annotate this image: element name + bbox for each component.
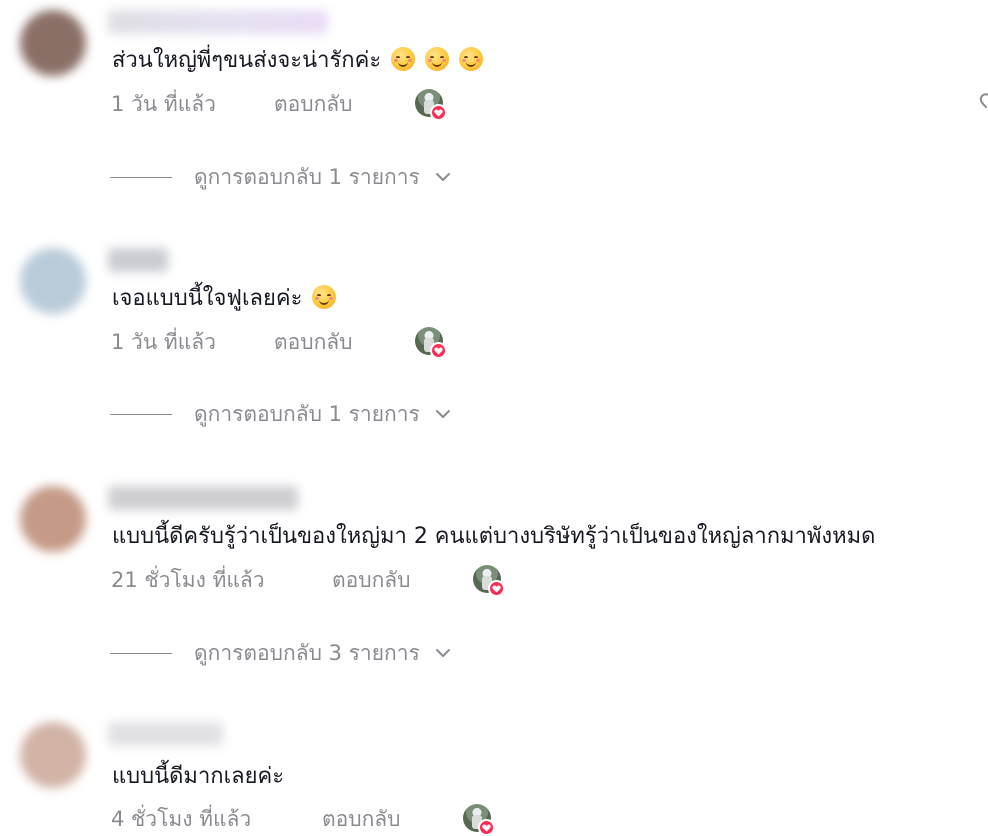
username[interactable] [108, 10, 328, 34]
creator-liked-icon [463, 804, 495, 836]
smiling-face-emoji-icon [391, 47, 416, 71]
view-replies-label: ดูการตอบกลับ 1 รายการ [194, 164, 420, 189]
comment-timestamp: 1 วัน ที่แล้ว [111, 330, 216, 354]
avatar[interactable] [20, 486, 86, 552]
username[interactable] [108, 722, 223, 746]
avatar[interactable] [20, 248, 86, 314]
creator-liked-icon [473, 565, 505, 597]
smiling-face-emoji-icon [425, 47, 450, 71]
reply-button[interactable]: ตอบกลับ [322, 805, 401, 833]
heart-icon [430, 104, 447, 121]
comment-text: เจอแบบนี้ใจฟูเลยค่ะ [112, 284, 337, 314]
username[interactable] [108, 248, 168, 272]
chevron-down-icon [435, 173, 450, 181]
username[interactable] [108, 486, 298, 510]
creator-liked-icon [415, 89, 447, 121]
view-replies-button[interactable]: ดูการตอบกลับ 3 รายการ [110, 638, 452, 668]
divider [110, 413, 172, 415]
view-replies-button[interactable]: ดูการตอบกลับ 1 รายการ [110, 399, 452, 429]
comment-body: แบบนี้ดีครับรู้ว่าเป็นของใหญ่มา 2 คนแต่บ… [112, 524, 876, 549]
smiling-face-emoji-icon [459, 47, 484, 71]
comment-timestamp: 1 วัน ที่แล้ว [111, 92, 216, 116]
reply-button[interactable]: ตอบกลับ [274, 90, 353, 118]
view-replies-label: ดูการตอบกลับ 1 รายการ [194, 401, 420, 426]
reply-button[interactable]: ตอบกลับ [274, 328, 353, 356]
chevron-down-icon [435, 649, 450, 657]
comment-body: เจอแบบนี้ใจฟูเลยค่ะ [112, 286, 303, 311]
smiling-face-emoji-icon [312, 285, 337, 309]
comment-timestamp: 4 ชั่วโมง ที่แล้ว [111, 807, 252, 831]
reply-button[interactable]: ตอบกลับ [332, 566, 411, 594]
chevron-down-icon [435, 410, 450, 418]
avatar[interactable] [20, 10, 86, 76]
comment-text: แบบนี้ดีมากเลยค่ะ [112, 762, 284, 792]
comment-body: ส่วนใหญ่พี่ๆขนส่งจะน่ารักค่ะ [112, 48, 382, 73]
view-replies-label: ดูการตอบกลับ 3 รายการ [194, 640, 420, 665]
creator-liked-icon [415, 327, 447, 359]
view-replies-button[interactable]: ดูการตอบกลับ 1 รายการ [110, 162, 452, 192]
heart-icon [430, 342, 447, 359]
avatar[interactable] [20, 722, 86, 788]
heart-icon [478, 819, 495, 836]
comment-body: แบบนี้ดีมากเลยค่ะ [112, 764, 285, 789]
divider [110, 652, 172, 654]
comment-timestamp: 21 ชั่วโมง ที่แล้ว [111, 568, 265, 592]
comment-text: ส่วนใหญ่พี่ๆขนส่งจะน่ารักค่ะ [112, 46, 484, 76]
heart-icon [488, 580, 505, 597]
divider [110, 176, 172, 178]
comment-text: แบบนี้ดีครับรู้ว่าเป็นของใหญ่มา 2 คนแต่บ… [112, 522, 875, 552]
heart-outline-icon[interactable] [978, 92, 988, 114]
